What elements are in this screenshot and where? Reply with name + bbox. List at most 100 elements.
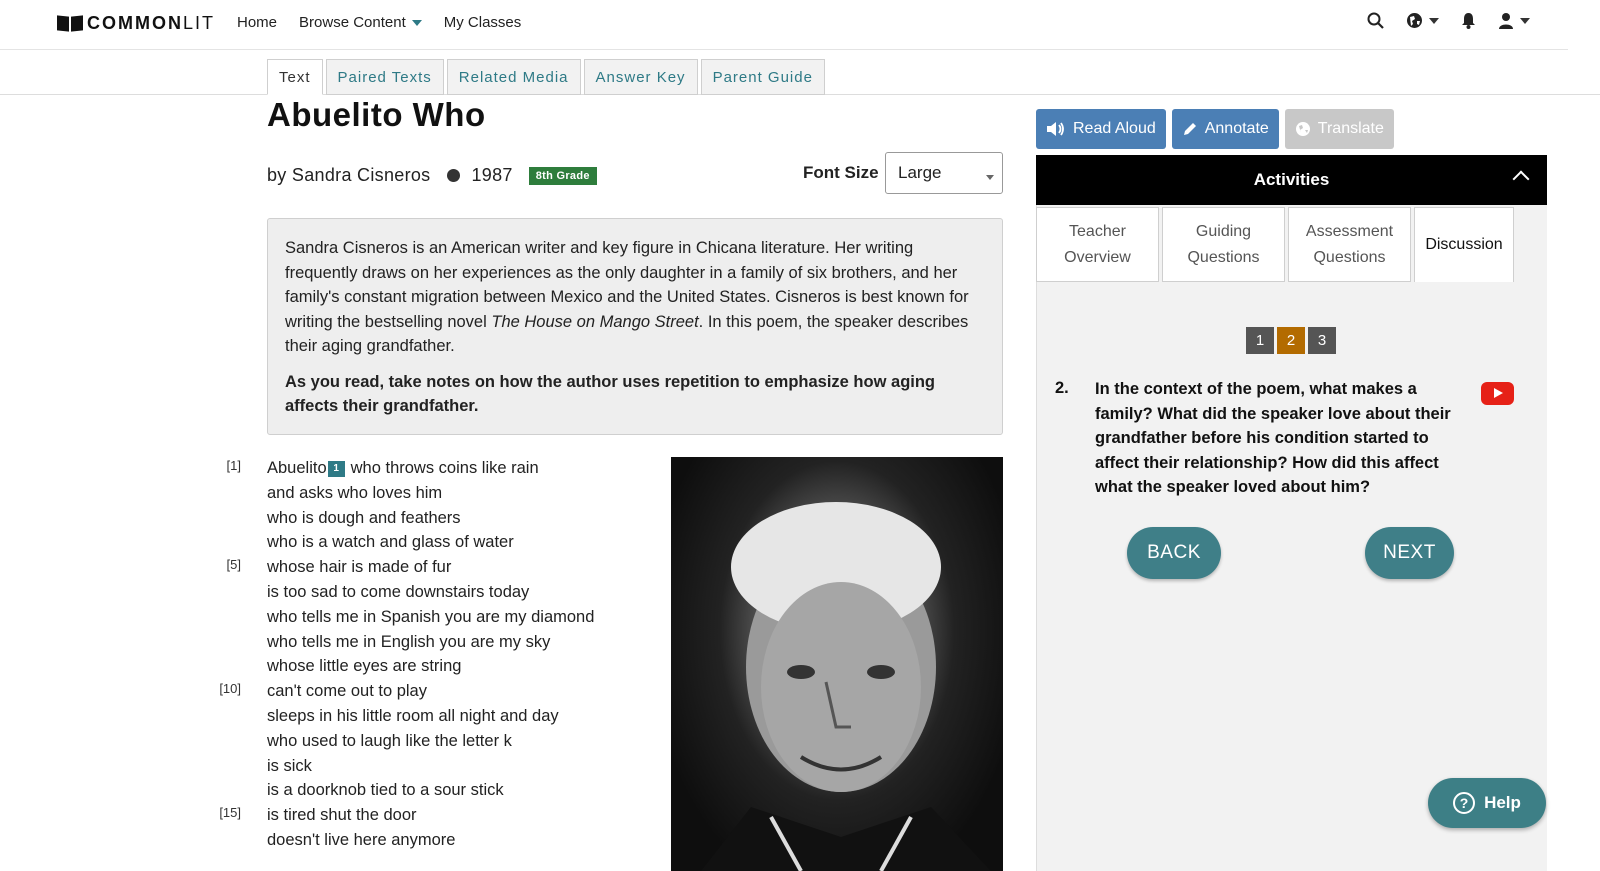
tab-assessment-questions[interactable]: Assessment Questions — [1288, 207, 1411, 282]
question-mark-icon: ? — [1453, 792, 1476, 814]
nav-my-classes-link[interactable]: My Classes — [444, 14, 522, 31]
page-button-3[interactable]: 3 — [1308, 327, 1336, 354]
author: by Sandra Cisneros — [267, 165, 431, 185]
activities-header[interactable]: Activities — [1036, 155, 1547, 205]
tab-discussion[interactable]: Discussion — [1414, 207, 1514, 282]
font-size-label: Font Size — [803, 163, 879, 182]
user-icon — [1499, 13, 1513, 29]
chevron-down-icon — [1520, 17, 1530, 24]
activities-title: Activities — [1253, 170, 1330, 189]
poem-line-text: whose hair is made of fur — [267, 558, 452, 577]
help-label: Help — [1484, 793, 1521, 812]
poem-line: is too sad to come downstairs today — [267, 580, 594, 605]
page-button-2[interactable]: 2 — [1277, 327, 1305, 354]
grade-badge: 8th Grade — [528, 166, 597, 185]
search-icon[interactable] — [1367, 12, 1384, 29]
poem-line-text: who is dough and feathers — [267, 508, 461, 527]
poem-line-text: who throws coins like rain — [350, 459, 539, 477]
annotate-button[interactable]: Annotate — [1171, 109, 1279, 149]
read-aloud-label: Read Aloud — [1073, 120, 1156, 137]
book-icon — [56, 14, 84, 32]
help-button[interactable]: ? Help — [1428, 778, 1546, 828]
nav-icons — [1367, 12, 1530, 29]
line-number: [15] — [219, 805, 241, 821]
bell-icon[interactable] — [1461, 12, 1476, 29]
poem-line-text: whose little eyes are string — [267, 657, 462, 676]
poem-line: who is dough and feathers — [267, 506, 594, 531]
line-number: [10] — [219, 681, 241, 697]
footnote-marker[interactable]: 1 — [327, 460, 345, 477]
discussion-question: In the context of the poem, what makes a… — [1095, 380, 1451, 496]
nav-browse-content-label: Browse Content — [299, 14, 406, 31]
poem-line: whose little eyes are string — [267, 654, 594, 679]
tab-answer-key[interactable]: Answer Key — [583, 59, 698, 95]
poem-line: who tells me in English you are my sky — [267, 630, 594, 655]
poem-line: is sick — [267, 754, 594, 779]
font-size-select[interactable]: Large — [885, 152, 1003, 194]
back-button[interactable]: BACK — [1127, 527, 1221, 579]
speaker-icon — [1047, 122, 1064, 136]
language-menu[interactable] — [1406, 12, 1439, 29]
nav-home-link[interactable]: Home — [237, 14, 277, 31]
chevron-down-icon — [986, 175, 994, 180]
poem-line: doesn't live here anymore — [267, 828, 594, 853]
tab-guiding-questions[interactable]: Guiding Questions — [1162, 207, 1285, 282]
tab-teacher-overview[interactable]: Teacher Overview — [1036, 207, 1159, 282]
chevron-down-icon — [1429, 17, 1439, 24]
commonlit-logo[interactable]: COMMONLIT — [56, 12, 215, 34]
portrait-illustration — [701, 502, 991, 871]
poem-line-text: is sick — [267, 756, 312, 775]
content-tabs-bar: Text Paired Texts Related Media Answer K… — [0, 50, 1600, 95]
introduction-text: Sandra Cisneros is an American writer an… — [285, 239, 969, 355]
poem-line: [1] Abuelito 1 who throws coins like rain — [227, 456, 594, 481]
poem-line-text: is a doorknob tied to a sour stick — [267, 781, 504, 800]
top-navigation: COMMONLIT Home Browse Content My Classes — [0, 0, 1568, 50]
read-aloud-button[interactable]: Read Aloud — [1036, 109, 1166, 149]
content-tabs: Text Paired Texts Related Media Answer K… — [267, 59, 825, 95]
poem-line-text: doesn't live here anymore — [267, 830, 456, 849]
next-button[interactable]: NEXT — [1365, 527, 1454, 579]
reading-tools: Read Aloud Annotate Translate — [1036, 109, 1394, 149]
poem-line-text: who used to laugh like the letter k — [267, 731, 512, 750]
poem-line: [5] whose hair is made of fur — [227, 555, 594, 580]
nav-browse-content-link[interactable]: Browse Content — [299, 14, 422, 31]
poem-line-text: who tells me in Spanish you are my diamo… — [267, 607, 595, 626]
chevron-up-icon — [1512, 170, 1530, 188]
tab-parent-guide[interactable]: Parent Guide — [700, 59, 825, 95]
annotate-label: Annotate — [1204, 120, 1269, 137]
grandfather-photo — [671, 457, 1003, 871]
globe-icon — [1407, 13, 1422, 28]
translate-label: Translate — [1317, 120, 1384, 137]
poem-line: sleeps in his little room all night and … — [267, 704, 594, 729]
separator-dot — [447, 169, 461, 182]
line-number: [1] — [226, 458, 241, 473]
poem-line-text: and asks who loves him — [267, 483, 443, 502]
page-button-1[interactable]: 1 — [1246, 327, 1274, 354]
text-title: Abuelito Who — [267, 96, 486, 133]
poem-line: and asks who loves him — [267, 481, 594, 506]
logo-text-light: LIT — [183, 12, 216, 33]
poem-line-text: can't come out to play — [267, 682, 427, 701]
translate-button[interactable]: Translate — [1284, 109, 1394, 149]
youtube-icon[interactable] — [1481, 382, 1514, 405]
chevron-down-icon — [411, 20, 422, 27]
reading-prompt: As you read, take notes on how the autho… — [285, 372, 936, 416]
poem-line-text: sleeps in his little room all night and … — [267, 706, 559, 725]
user-menu[interactable] — [1498, 12, 1530, 29]
poem-line-text: is tired shut the door — [267, 806, 417, 825]
poem-line: is a doorknob tied to a sour stick — [267, 778, 594, 803]
tab-related-media[interactable]: Related Media — [446, 59, 581, 95]
tab-paired-texts[interactable]: Paired Texts — [325, 59, 444, 95]
poem-word: Abuelito — [267, 459, 327, 477]
logo-text-bold: COMMON — [87, 12, 183, 33]
font-size-value: Large — [898, 163, 942, 182]
book-title: The House on Mango Street — [491, 312, 699, 331]
poem-line: [10] can't come out to play — [219, 679, 594, 704]
poem-line: [15] is tired shut the door — [219, 803, 594, 828]
question-pager: 1 2 3 — [1246, 327, 1336, 354]
tab-text[interactable]: Text — [267, 59, 323, 95]
poem-line: who used to laugh like the letter k — [267, 729, 594, 754]
globe-icon — [1295, 122, 1310, 136]
pen-icon — [1183, 123, 1196, 135]
poem-line-text: who tells me in English you are my sky — [267, 632, 551, 651]
